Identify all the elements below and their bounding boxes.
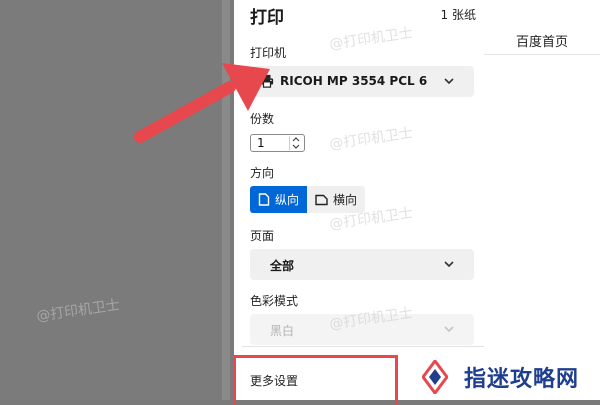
landscape-page-icon <box>315 194 328 205</box>
baidu-home-link[interactable]: 百度首页 <box>516 31 568 50</box>
annotation-highlight-box <box>233 355 398 405</box>
portrait-option[interactable]: 纵向 <box>250 186 308 213</box>
chevron-down-icon <box>444 326 454 333</box>
panel-header: 打印 1 张纸 <box>234 0 484 30</box>
pages-label: 页面 <box>250 229 275 243</box>
chevron-down-icon <box>444 78 454 85</box>
portrait-label: 纵向 <box>275 193 300 207</box>
pages-select[interactable]: 全部 <box>250 249 474 280</box>
landscape-label: 横向 <box>333 193 358 207</box>
map-pin-logo-icon <box>422 360 448 394</box>
orientation-label: 方向 <box>250 166 275 180</box>
portrait-page-icon <box>258 193 270 206</box>
section-divider <box>242 346 484 347</box>
logo-text: 指迷攻略网 <box>464 366 580 392</box>
color-mode-value: 黑白 <box>270 324 295 338</box>
watermark: @打印机卫士 <box>328 125 414 153</box>
printer-value: RICOH MP 3554 PCL 6 <box>280 74 428 88</box>
color-mode-label: 色彩模式 <box>250 294 299 308</box>
annotation-arrow-icon <box>134 63 270 143</box>
orientation-toggle: 纵向 横向 <box>250 186 366 213</box>
pages-value: 全部 <box>270 259 295 273</box>
spin-arrows-icon[interactable] <box>289 136 302 150</box>
header-divider <box>484 54 600 55</box>
background-web-page: 百度首页 <box>484 0 600 400</box>
print-dialog-title: 打印 <box>250 8 284 28</box>
printer-select[interactable]: RICOH MP 3554 PCL 6 <box>250 66 474 97</box>
site-logo: 指迷攻略网 <box>402 348 600 400</box>
chevron-down-icon <box>444 261 454 268</box>
sheet-count: 1 张纸 <box>440 8 476 22</box>
